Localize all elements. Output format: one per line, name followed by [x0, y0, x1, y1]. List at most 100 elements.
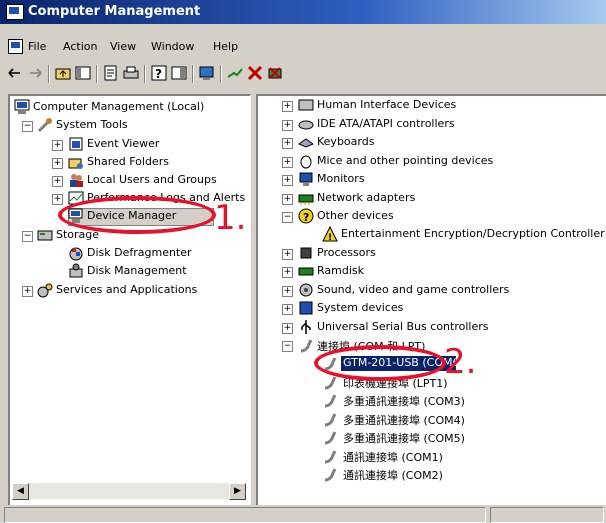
monitor-icon [298, 171, 314, 187]
status-cell-main [4, 507, 486, 523]
console-icon[interactable] [170, 64, 188, 82]
callout-step-2: 2. [444, 342, 477, 382]
expand-event-viewer-icon[interactable]: + [52, 140, 63, 151]
hid-icon [298, 97, 314, 113]
port-icon [322, 411, 338, 427]
callout-ellipse-device-manager [58, 196, 216, 234]
device-label: 多重通訊連接埠 (COM4) [343, 414, 465, 427]
scroll-right-icon[interactable]: ▶ [229, 483, 246, 500]
users-icon [68, 172, 84, 188]
horizontal-scrollbar[interactable]: ◀ ▶ [12, 483, 246, 500]
properties-icon[interactable] [102, 64, 120, 82]
menu-bar: File Action View Window Help [0, 37, 606, 57]
update-driver-icon[interactable] [226, 64, 244, 82]
scan-hardware-icon[interactable] [198, 64, 216, 82]
device-label: Ramdisk [317, 264, 364, 277]
collapse-other-devices-icon[interactable]: − [282, 212, 293, 223]
menu-help[interactable]: Help [213, 40, 238, 53]
svg-text:!: ! [328, 233, 332, 242]
device-list-pane[interactable]: + Human Interface Devices + IDE ATA/ATAP… [256, 94, 606, 506]
unknown-device-icon: ? [298, 208, 314, 224]
forward-icon[interactable] [26, 64, 44, 82]
console-menu-icon[interactable] [8, 39, 23, 54]
menu-view[interactable]: View [110, 40, 136, 53]
device-label: Entertainment Encryption/Decryption Cont… [341, 227, 605, 240]
tree-label-event-viewer: Event Viewer [87, 137, 160, 150]
expand-services-icon[interactable]: + [22, 286, 33, 297]
shared-folders-icon [68, 154, 84, 170]
device-label: Human Interface Devices [317, 98, 457, 111]
expand-network-icon[interactable]: + [282, 194, 293, 205]
port-icon [322, 466, 338, 482]
ide-controller-icon [298, 116, 314, 132]
tree-label-shared-folders: Shared Folders [87, 155, 169, 168]
uninstall-icon[interactable] [266, 64, 284, 82]
device-label: Monitors [317, 172, 365, 185]
port-icon [322, 392, 338, 408]
expand-monitors-icon[interactable]: + [282, 175, 293, 186]
disk-management-icon [68, 263, 84, 279]
menu-file[interactable]: File [28, 40, 46, 53]
expand-sound-icon[interactable]: + [282, 286, 293, 297]
system-devices-icon [298, 300, 314, 316]
expand-performance-icon[interactable]: + [52, 194, 63, 205]
device-label: 通訊連接埠 (COM1) [343, 451, 443, 464]
back-icon[interactable] [6, 64, 24, 82]
device-label: 通訊連接埠 (COM2) [343, 469, 443, 482]
device-label: System devices [317, 301, 404, 314]
computer-icon [14, 99, 30, 115]
expand-ramdisk-icon[interactable]: + [282, 267, 293, 278]
expand-ide-icon[interactable]: + [282, 120, 293, 131]
port-icon [298, 337, 314, 353]
device-label: 多重通訊連接埠 (COM3) [343, 395, 465, 408]
scroll-left-icon[interactable]: ◀ [12, 483, 29, 500]
expand-local-users-icon[interactable]: + [52, 176, 63, 187]
print-icon[interactable] [122, 64, 140, 82]
up-folder-icon[interactable] [54, 64, 72, 82]
expand-mice-icon[interactable]: + [282, 157, 293, 168]
defragmenter-icon [68, 245, 84, 261]
status-cell-secondary [490, 507, 604, 523]
device-label: Sound, video and game controllers [317, 283, 510, 296]
device-label: Other devices [317, 209, 394, 222]
port-icon [322, 448, 338, 464]
callout-ellipse-gtm-port [314, 345, 446, 381]
warning-device-icon: ! [322, 225, 338, 243]
processor-icon [298, 245, 314, 261]
collapse-ports-icon[interactable]: − [282, 341, 293, 352]
status-bar [0, 505, 606, 523]
expand-hid-icon[interactable]: + [282, 101, 293, 112]
expand-system-devices-icon[interactable]: + [282, 304, 293, 315]
expand-shared-folders-icon[interactable]: + [52, 158, 63, 169]
show-tree-icon[interactable] [74, 64, 92, 82]
tree-label-disk-defragmenter: Disk Defragmenter [87, 246, 192, 259]
console-tree-pane[interactable]: Computer Management (Local) − System Too… [8, 94, 251, 506]
device-label: Keyboards [317, 135, 375, 148]
title-bar[interactable]: Computer Management [0, 0, 606, 24]
menu-window[interactable]: Window [151, 40, 194, 53]
device-label: IDE ATA/ATAPI controllers [317, 117, 455, 130]
expand-keyboards-icon[interactable]: + [282, 138, 293, 149]
help-icon[interactable]: ? [150, 64, 168, 82]
window-title: Computer Management [28, 4, 201, 19]
port-icon [322, 429, 338, 445]
svg-text:?: ? [303, 211, 309, 224]
expand-processors-icon[interactable]: + [282, 249, 293, 260]
tree-label-root: Computer Management (Local) [33, 100, 205, 113]
device-label: Network adapters [317, 191, 416, 204]
sound-icon [298, 282, 314, 298]
computer-management-icon [6, 4, 24, 20]
tree-label-local-users: Local Users and Groups [87, 173, 217, 186]
disable-icon[interactable] [246, 64, 264, 82]
services-icon [37, 282, 53, 298]
tree-label-system-tools: System Tools [56, 118, 128, 131]
collapse-storage-icon[interactable]: − [22, 231, 33, 242]
mouse-icon [298, 153, 314, 169]
menu-action[interactable]: Action [63, 40, 97, 53]
usb-icon [298, 319, 314, 335]
expand-usb-icon[interactable]: + [282, 323, 293, 334]
ramdisk-icon [298, 263, 314, 279]
device-label: Processors [317, 246, 376, 259]
collapse-system-tools-icon[interactable]: − [22, 121, 33, 132]
event-viewer-icon [68, 136, 84, 152]
